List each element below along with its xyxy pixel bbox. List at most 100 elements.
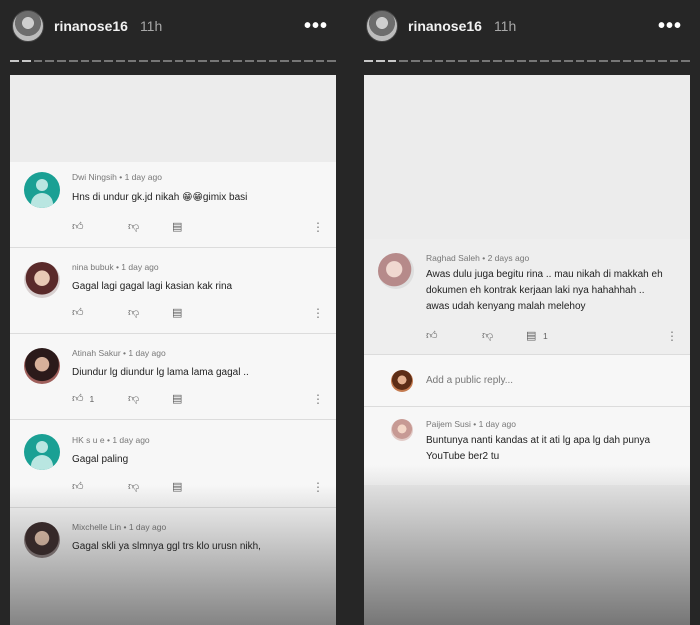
comment-text: Gagal paling xyxy=(72,454,129,465)
comment-actions: 👍︎ 👎︎ ▤ ⋮ xyxy=(72,220,328,234)
progress-segment xyxy=(315,60,325,62)
comment-author[interactable]: HK s u e xyxy=(72,435,105,445)
comment-item: Mixchelle Lin • 1 day ago Gagal skli ya … xyxy=(10,508,336,625)
more-vertical-icon[interactable]: ⋮ xyxy=(666,329,678,343)
comment-line: Buntunya nanti kandas at it ati lg apa l… xyxy=(426,435,651,446)
story-header: rinanose16 11h ••• xyxy=(364,0,690,52)
thumbs-down-icon[interactable]: 👎︎ xyxy=(128,306,139,320)
progress-segment xyxy=(127,60,137,62)
more-vertical-icon[interactable]: ⋮ xyxy=(312,220,324,234)
progress-segment xyxy=(669,60,679,62)
progress-segment xyxy=(151,60,160,62)
thumbs-down-icon[interactable]: 👎︎ xyxy=(482,329,493,343)
blank-area xyxy=(10,75,336,162)
comment-text: Gagal lagi gagal lagi kasian kak rina xyxy=(72,281,233,292)
avatar[interactable] xyxy=(24,172,60,208)
comment-author[interactable]: nina bubuk xyxy=(72,262,114,272)
progress-segment xyxy=(80,60,90,62)
progress-segment xyxy=(256,60,266,62)
comment-icon[interactable]: ▤ xyxy=(172,306,182,320)
progress-segment xyxy=(469,60,479,62)
profile-avatar[interactable] xyxy=(366,10,398,42)
comment-icon[interactable]: ▤ xyxy=(172,480,182,494)
progress-segment xyxy=(198,60,207,62)
profile-avatar[interactable] xyxy=(12,10,44,42)
comment-text: Awas dulu juga begitu rina .. mau nikah … xyxy=(426,267,676,315)
comment-line: Awas dulu juga begitu rina .. mau nikah … xyxy=(426,269,663,280)
comment-line: YouTube ber2 tu xyxy=(426,451,500,462)
comment-line: awas udah kenyang malah melehoy xyxy=(426,301,586,312)
thumbs-down-icon[interactable]: 👎︎ xyxy=(128,220,139,234)
thumbs-up-icon[interactable]: 👍︎ xyxy=(72,306,84,320)
progress-segment xyxy=(516,60,526,62)
avatar[interactable] xyxy=(24,348,60,384)
progress-segment xyxy=(186,60,195,62)
username[interactable]: rinanose16 xyxy=(54,18,128,34)
comment-actions: 👍︎ 👎︎ ▤ ⋮ xyxy=(72,480,328,494)
progress-segment xyxy=(599,60,608,62)
more-options-icon[interactable]: ••• xyxy=(658,15,682,38)
bottom-fade xyxy=(364,465,690,625)
comment-author[interactable]: Mixchelle Lin xyxy=(72,522,121,532)
story-time: 11h xyxy=(493,18,517,34)
comment-meta: Raghad Saleh • 2 days ago xyxy=(426,253,530,263)
avatar[interactable] xyxy=(378,253,414,289)
progress-segment xyxy=(446,60,455,62)
comment-meta: HK s u e • 1 day ago xyxy=(72,435,150,445)
avatar[interactable] xyxy=(24,434,60,470)
top-comment: Raghad Saleh • 2 days ago Awas dulu juga… xyxy=(364,239,690,355)
progress-segment xyxy=(563,60,573,62)
avatar[interactable] xyxy=(24,522,60,558)
thumbs-down-icon[interactable]: 👎︎ xyxy=(128,480,139,494)
reply-input-placeholder[interactable]: Add a public reply... xyxy=(426,375,513,386)
progress-segment xyxy=(45,60,54,62)
comment-author[interactable]: Atinah Sakur xyxy=(72,348,121,358)
progress-segment xyxy=(245,60,254,62)
progress-segment xyxy=(104,60,113,62)
comments-screenshot: Dwi Ningsih • 1 day ago Hns di undur gk.… xyxy=(10,75,336,625)
comment-author[interactable]: Raghad Saleh xyxy=(426,253,480,263)
comment-author[interactable]: Paijem Susi xyxy=(426,419,471,429)
progress-segment xyxy=(575,60,585,62)
progress-segment xyxy=(540,60,549,62)
more-vertical-icon[interactable]: ⋮ xyxy=(312,306,324,320)
comment-text: Hns di undur gk.jd nikah 😁😁gimix basi xyxy=(72,192,248,203)
comment-icon[interactable]: ▤ xyxy=(172,220,182,234)
more-options-icon[interactable]: ••• xyxy=(304,15,328,38)
progress-segment xyxy=(292,60,301,62)
progress-segment xyxy=(21,60,31,62)
progress-segment xyxy=(57,60,66,62)
progress-segment xyxy=(115,60,125,62)
reply-item: Paijem Susi • 1 day ago Buntunya nanti k… xyxy=(364,407,690,485)
progress-segment xyxy=(610,60,620,62)
comment-author[interactable]: Dwi Ningsih xyxy=(72,172,117,182)
story-progress xyxy=(364,60,690,62)
comment-age: 1 day ago xyxy=(112,435,150,445)
progress-segment xyxy=(587,60,596,62)
progress-segment xyxy=(422,60,432,62)
comment-age: 1 day ago xyxy=(121,262,159,272)
thumbs-up-icon[interactable]: 👍︎ xyxy=(72,220,84,234)
thumbs-up-icon[interactable]: 👍︎ xyxy=(72,480,84,494)
progress-segment xyxy=(364,60,373,62)
add-reply-box[interactable]: Add a public reply... xyxy=(364,355,690,407)
progress-segment xyxy=(646,60,655,62)
story-header: rinanose16 11h ••• xyxy=(10,0,336,52)
thumbs-up-icon[interactable]: 👍︎ xyxy=(72,392,84,406)
thumbs-up-icon[interactable]: 👍︎ xyxy=(426,329,438,343)
story-time: 11h xyxy=(139,18,163,34)
more-vertical-icon[interactable]: ⋮ xyxy=(312,480,324,494)
comments-screenshot: Raghad Saleh • 2 days ago Awas dulu juga… xyxy=(364,75,690,625)
avatar[interactable] xyxy=(24,262,60,298)
comment-actions: 👍︎ 👎︎ ▤ 1 ⋮ xyxy=(426,329,682,343)
more-vertical-icon[interactable]: ⋮ xyxy=(312,392,324,406)
username[interactable]: rinanose16 xyxy=(408,18,482,34)
progress-segment xyxy=(233,60,242,62)
comment-icon[interactable]: ▤ xyxy=(526,329,536,343)
thumbs-down-icon[interactable]: 👎︎ xyxy=(128,392,139,406)
comment-text: Buntunya nanti kandas at it ati lg apa l… xyxy=(426,433,676,465)
comment-item: Dwi Ningsih • 1 day ago Hns di undur gk.… xyxy=(10,162,336,248)
progress-segment xyxy=(399,60,408,62)
comment-icon[interactable]: ▤ xyxy=(172,392,182,406)
avatar[interactable] xyxy=(391,419,413,441)
